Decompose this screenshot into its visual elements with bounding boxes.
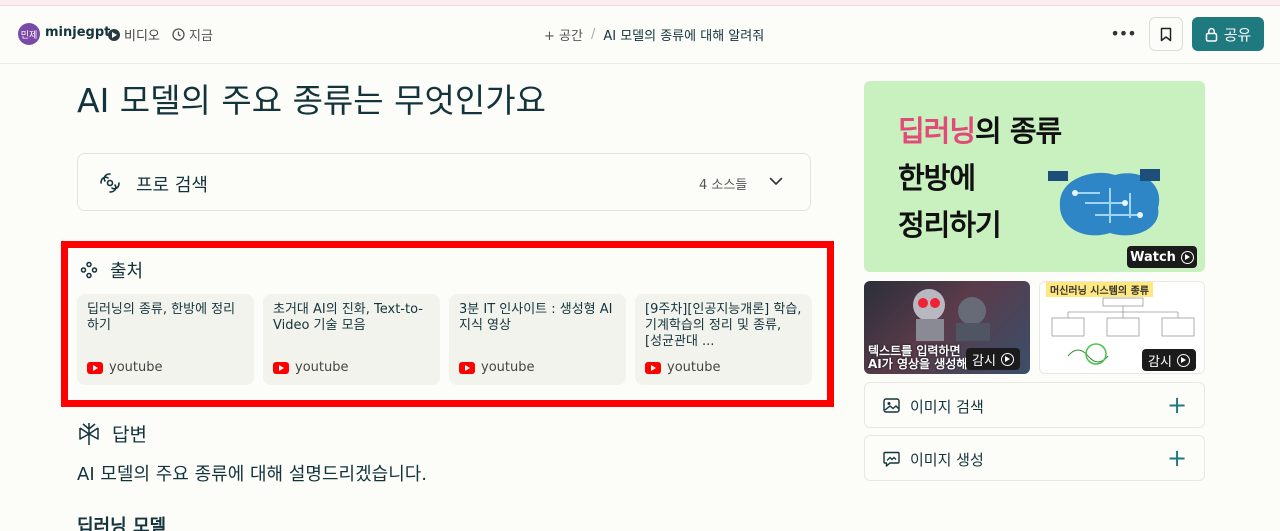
page-title: AI 모델의 주요 종류는 무엇인가요 (77, 81, 546, 120)
watch-thumbnail-button[interactable]: 감시 (1142, 349, 1196, 371)
video-meta: 비디오 (108, 25, 160, 44)
image-icon (883, 398, 900, 413)
source-card-title: 초거대 AI의 진화, Text-to-Video 기술 모음 (273, 302, 423, 333)
clock-icon (172, 28, 185, 41)
play-circle-icon (1176, 353, 1190, 367)
source-card-site: youtube (645, 360, 720, 375)
source-card[interactable]: [9주차][인공지능개론] 학습, 기계학습의 정리 및 종류, [성균관대 .… (635, 294, 812, 385)
youtube-icon (459, 361, 475, 374)
sources-header: 출처 (80, 257, 143, 283)
pro-search-label: 프로 검색 (136, 175, 208, 196)
play-icon (108, 28, 120, 41)
pro-search-icon (100, 173, 120, 193)
lock-icon (1205, 27, 1217, 42)
video-label: 비디오 (124, 29, 160, 44)
video-thumbnail[interactable]: 텍스트를 입력하면 AI가 영상을 생성해드 감시 (864, 281, 1030, 374)
answer-section-heading: 딥러닝 모델 (77, 516, 167, 531)
time-label: 지금 (189, 29, 213, 44)
source-cards: 딥러닝의 종류, 한방에 정리하기 youtube 초거대 AI의 진화, Te… (77, 294, 812, 385)
source-site-label: youtube (109, 360, 163, 375)
breadcrumb-thread-title: AI 모델의 종류에 대해 알려줘 (603, 29, 765, 44)
username[interactable]: minjegpt (45, 25, 110, 40)
video-title-highlight: 딥러닝 (898, 114, 976, 148)
pro-search-panel[interactable]: 프로 검색 4 소스들 (77, 153, 811, 211)
source-site-label: youtube (667, 360, 721, 375)
robot-illustration-icon (913, 289, 990, 341)
plus-icon[interactable]: + (1167, 391, 1187, 419)
bookmark-icon (1160, 27, 1172, 41)
video-thumbnail[interactable]: 머신러닝 시스템의 종류 감시 (1039, 281, 1205, 374)
sources-title: 출처 (110, 261, 144, 282)
source-card-site: youtube (273, 360, 348, 375)
breadcrumb: + 공간 / AI 모델의 종류에 대해 알려줘 (544, 25, 764, 44)
share-button[interactable]: 공유 (1192, 17, 1264, 51)
video-title-rest: 의 종류 (975, 114, 1062, 148)
breadcrumb-separator: / (590, 27, 596, 42)
play-circle-icon (1000, 352, 1014, 366)
avatar[interactable]: 민제 (18, 23, 40, 45)
more-options-button[interactable]: ••• (1110, 20, 1136, 46)
share-label: 공유 (1223, 25, 1252, 44)
answer-text: AI 모델의 주요 종류에 대해 설명드리겠습니다. (77, 464, 428, 485)
main-video-card[interactable]: 딥러닝의 종류 한방에 정리하기 Watch (864, 81, 1205, 272)
answer-header: 답변 (78, 420, 147, 447)
video-title-line3: 정리하기 (898, 208, 1002, 242)
source-card-title: 딥러닝의 종류, 한방에 정리하기 (87, 302, 236, 333)
watch-button[interactable]: Watch (1127, 246, 1197, 268)
answer-title: 답변 (112, 424, 147, 446)
image-generate-label: 이미지 생성 (910, 451, 984, 469)
bookmark-button[interactable] (1149, 17, 1183, 51)
source-card[interactable]: 딥러닝의 종류, 한방에 정리하기 youtube (77, 294, 254, 385)
source-site-label: youtube (295, 360, 349, 375)
source-card[interactable]: 초거대 AI의 진화, Text-to-Video 기술 모음 youtube (263, 294, 440, 385)
thumbnail-caption: 텍스트를 입력하면 AI가 영상을 생성해드 (868, 345, 978, 371)
watch-thumbnail-button[interactable]: 감시 (966, 348, 1020, 370)
pro-search-source-count: 4 소스들 (699, 178, 748, 193)
source-card-site: youtube (87, 360, 162, 375)
thumbnail-caption-line2: AI가 영상을 생성해드 (868, 357, 979, 371)
chevron-down-icon[interactable] (768, 173, 784, 189)
breadcrumb-space-link[interactable]: + 공간 (544, 25, 583, 44)
answer-logo-icon (79, 422, 99, 445)
youtube-icon (273, 361, 289, 374)
time-meta: 지금 (172, 25, 213, 44)
image-search-label: 이미지 검색 (910, 398, 984, 416)
plus-icon[interactable]: + (1167, 444, 1187, 472)
thumbnail-caption: 머신러닝 시스템의 종류 (1046, 282, 1153, 297)
sources-icon (80, 261, 98, 279)
image-generate-row[interactable]: 이미지 생성 + (864, 435, 1205, 481)
image-search-row[interactable]: 이미지 검색 + (864, 382, 1205, 428)
source-card-title: [9주차][인공지능개론] 학습, 기계학습의 정리 및 종류, [성균관대 .… (645, 302, 802, 349)
video-title-line1: 딥러닝의 종류 (898, 108, 1062, 150)
play-circle-icon (1180, 250, 1194, 264)
source-card[interactable]: 3분 IT 인사이트 : 생성형 AI 지식 영상 youtube (449, 294, 626, 385)
video-title-line2: 한방에 (898, 161, 976, 195)
watch-label: Watch (1130, 249, 1176, 265)
source-card-site: youtube (459, 360, 534, 375)
watch-thumbnail-label: 감시 (972, 353, 996, 369)
source-card-title: 3분 IT 인사이트 : 생성형 AI 지식 영상 (459, 302, 613, 333)
watch-thumbnail-label: 감시 (1148, 354, 1172, 370)
image-generate-icon (883, 451, 900, 467)
youtube-icon (87, 361, 103, 374)
source-site-label: youtube (481, 360, 535, 375)
youtube-icon (645, 361, 661, 374)
thread-header: 민제 minjegpt 비디오 지금 + 공간 / AI 모델의 종류에 대해 … (0, 6, 1280, 64)
brain-illustration-icon (1040, 163, 1175, 243)
